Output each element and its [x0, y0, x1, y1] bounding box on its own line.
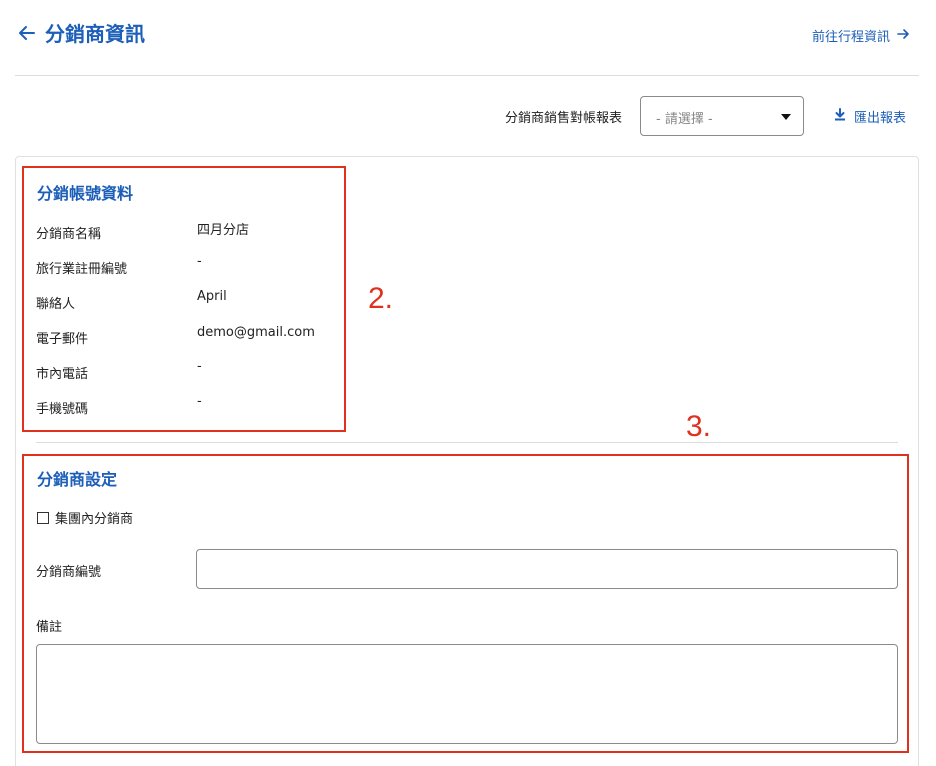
report-select[interactable]: - 請選擇 - — [640, 96, 804, 136]
arrow-left-icon[interactable] — [16, 22, 38, 44]
export-report-button[interactable]: 匯出報表 — [834, 107, 906, 126]
go-to-trip-info-link[interactable]: 前往行程資訊 — [812, 27, 910, 48]
page-header: 分銷商資訊 前往行程資訊 — [0, 0, 936, 76]
annotation-box-3 — [22, 454, 909, 753]
report-select-placeholder: - 請選擇 - — [656, 112, 713, 127]
report-label: 分銷商銷售對帳報表 — [505, 111, 623, 126]
header-divider — [15, 75, 919, 76]
arrow-right-icon — [896, 27, 910, 48]
annotation-number-2: 2. — [368, 282, 394, 315]
report-toolbar: 分銷商銷售對帳報表 - 請選擇 - 匯出報表 — [0, 96, 936, 136]
section-divider — [36, 442, 898, 443]
annotation-number-3: 3. — [686, 410, 712, 443]
next-link-label: 前往行程資訊 — [811, 29, 890, 45]
page-title: 分銷商資訊 — [45, 22, 145, 46]
caret-down-icon — [781, 114, 791, 120]
annotation-box-2 — [22, 166, 346, 432]
export-label: 匯出報表 — [854, 111, 907, 126]
download-icon — [834, 108, 846, 125]
